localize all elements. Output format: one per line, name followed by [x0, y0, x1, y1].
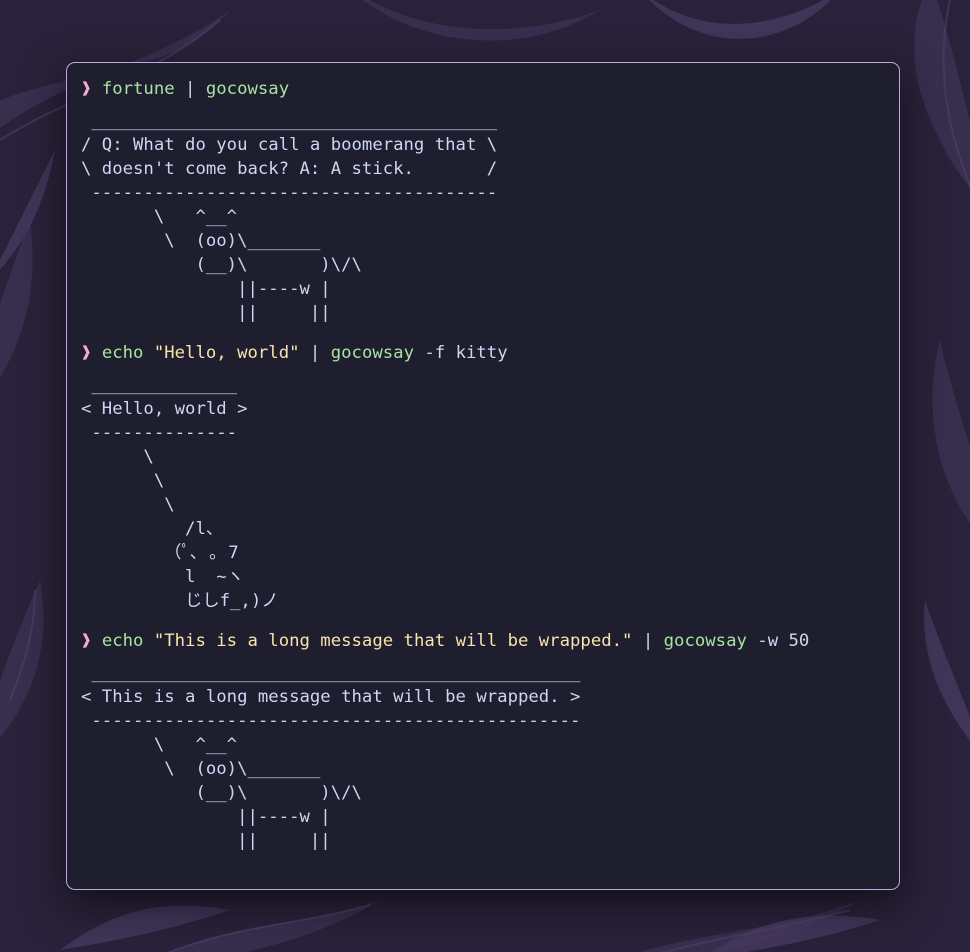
- output-line: ||----w |: [81, 279, 331, 299]
- output-line: || ||: [81, 831, 331, 851]
- output-line: --------------: [81, 423, 238, 443]
- output-line: (__)\ )\/\: [81, 255, 362, 275]
- output-line: \: [81, 495, 175, 515]
- output-line: ______________: [81, 375, 238, 395]
- output-line: < This is a long message that will be wr…: [81, 687, 581, 707]
- command-pipe: |: [299, 343, 331, 363]
- output-line: || ||: [81, 303, 331, 323]
- command-pipe: |: [174, 79, 206, 99]
- output-line: \: [81, 471, 165, 491]
- command-arg: [143, 343, 153, 363]
- output-line: \ doesn't come back? A: A stick. /: [81, 159, 498, 179]
- terminal-window[interactable]: ❱ fortune | gocowsay ___________________…: [66, 62, 900, 890]
- command-cmd: echo: [101, 343, 144, 363]
- output-line: \ (oo)\_______: [81, 231, 321, 251]
- output-line: ----------------------------------------…: [81, 711, 581, 731]
- output-line: ---------------------------------------: [81, 183, 498, 203]
- output-line: l ~ヽ: [81, 567, 244, 587]
- output-line: (__)\ )\/\: [81, 783, 362, 803]
- command-cmd: fortune: [101, 79, 175, 99]
- command-cmd: gocowsay: [663, 631, 747, 651]
- command-cmd: echo: [101, 631, 144, 651]
- command-arg: -w 50: [746, 631, 810, 651]
- command-line: ❱ fortune | gocowsay: [81, 77, 809, 101]
- output-line: \ (oo)\_______: [81, 759, 321, 779]
- command-line: ❱ echo "This is a long message that will…: [81, 629, 809, 653]
- command-str: "Hello, world": [153, 343, 300, 363]
- command-line: ❱ echo "Hello, world" | gocowsay -f kitt…: [81, 341, 809, 365]
- command-cmd: gocowsay: [330, 343, 414, 363]
- output-line: じしf_,)ノ: [81, 591, 279, 611]
- output-line: ________________________________________…: [81, 663, 581, 683]
- command-cmd: gocowsay: [205, 79, 290, 99]
- output-line: \: [81, 447, 154, 467]
- prompt-symbol: ❱: [81, 79, 102, 99]
- output-line: _______________________________________: [81, 111, 498, 131]
- terminal-content: ❱ fortune | gocowsay ___________________…: [81, 77, 809, 853]
- output-line: /l、: [81, 519, 224, 539]
- output-line: < Hello, world >: [81, 399, 248, 419]
- command-arg: -f kitty: [413, 343, 508, 363]
- command-arg: [143, 631, 153, 651]
- output-line: \ ^__^: [81, 207, 238, 227]
- command-pipe: |: [632, 631, 664, 651]
- output-line: / Q: What do you call a boomerang that \: [81, 135, 498, 155]
- command-str: "This is a long message that will be wra…: [153, 631, 633, 651]
- prompt-symbol: ❱: [81, 631, 102, 651]
- output-line: ||----w |: [81, 807, 331, 827]
- output-line: （ﾟ､ ｡ 7: [81, 543, 239, 563]
- prompt-symbol: ❱: [81, 343, 102, 363]
- output-line: \ ^__^: [81, 735, 238, 755]
